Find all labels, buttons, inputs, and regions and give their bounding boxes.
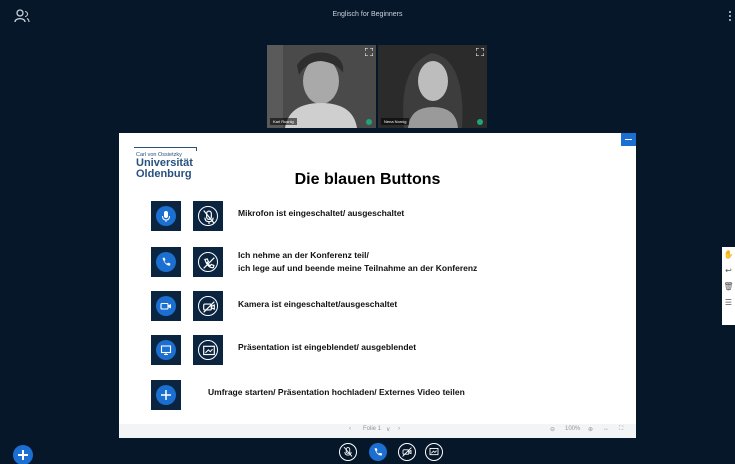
presentation-off-sample [193,335,223,365]
camera-off-sample [193,291,223,321]
microphone-off-sample [193,201,223,231]
screen-share-button[interactable] [425,443,443,461]
camera-off-icon [203,301,215,313]
microphone-icon [162,211,170,222]
microphone-toggle-button[interactable] [339,443,357,461]
meeting-title: Englisch for Beginners [332,11,403,18]
previous-slide-icon[interactable]: ‹ [349,426,351,432]
presentation-slide: Carl von Ossietzky Universität Oldenburg… [119,133,636,438]
row-text-plus: Umfrage starten/ Präsentation hochladen/… [208,387,465,397]
hand-tool-icon[interactable]: ✋ [722,247,735,263]
webcam-tile-2[interactable]: Nena Nornig [378,45,487,128]
camera-icon [160,302,171,310]
microphone-on-sample [151,201,181,231]
row-text-phone-2: ich lege auf und beende meine Teilnahme … [238,263,478,273]
fit-width-icon[interactable]: ↔ [603,426,609,432]
undo-icon[interactable]: ↩ [722,263,735,279]
slide-title: Die blauen Buttons [294,171,441,188]
plus-sample [151,380,181,410]
camera-on-sample [151,291,181,321]
chevron-down-icon[interactable]: ∨ [386,426,390,433]
leave-audio-button[interactable] [369,443,387,461]
phone-icon [162,257,171,266]
camera-off-icon [402,447,412,457]
slide-selector[interactable]: Folie 1 [363,426,381,432]
fullscreen-icon[interactable] [476,48,484,56]
participant-name: Nena Nornig [381,118,410,125]
phone-join-sample [151,247,181,277]
zoom-out-icon[interactable]: ⊖ [550,426,555,433]
phone-icon [374,448,383,456]
top-bar: Englisch for Beginners [0,0,735,34]
camera-toggle-button[interactable] [398,443,416,461]
delete-icon[interactable]: 🗑 [722,279,735,295]
slide-navigation-bar: ‹ Folie 1 ∨ › ⊖ 100% ⊕ ↔ ⛶ [119,424,636,438]
fullscreen-icon[interactable]: ⛶ [619,426,623,433]
mic-status-icon [366,119,372,125]
row-text-camera: Kamera ist eingeschaltet/ausgeschaltet [238,299,398,309]
participant-video [378,45,487,128]
phone-hangup-sample [193,247,223,277]
zoom-in-icon[interactable]: ⊕ [588,426,593,433]
microphone-muted-icon [343,446,353,457]
plus-icon [161,390,171,400]
logo-bracket [134,147,197,151]
mic-status-icon [477,119,483,125]
presentation-hidden-icon [429,448,439,456]
phone-hangup-icon [203,257,215,269]
row-text-phone-1: Ich nehme an der Konferenz teil/ [238,250,369,260]
fullscreen-icon[interactable] [365,48,373,56]
next-slide-icon[interactable]: › [398,426,400,432]
row-text-microphone: Mikrofon ist eingeschaltet/ ausgeschalte… [238,208,405,218]
participant-video [267,45,376,128]
participant-name: Karl Rusnig [270,118,297,125]
row-text-presentation: Präsentation ist eingeblendet/ ausgeblen… [238,342,417,352]
options-menu-icon[interactable] [729,10,733,24]
presentation-hidden-icon [203,345,215,356]
actions-plus-button[interactable] [13,445,33,464]
multi-user-icon[interactable]: ☰ [722,295,735,311]
zoom-level: 100% [565,426,581,432]
minimize-presentation-button[interactable] [621,133,636,146]
presentation-on-sample [151,335,181,365]
whiteboard-toolbar: ✋ ↩ 🗑 ☰ [722,247,735,325]
microphone-muted-icon [203,210,215,225]
webcam-tile-1[interactable]: Karl Rusnig [267,45,376,128]
presentation-icon [160,345,172,355]
